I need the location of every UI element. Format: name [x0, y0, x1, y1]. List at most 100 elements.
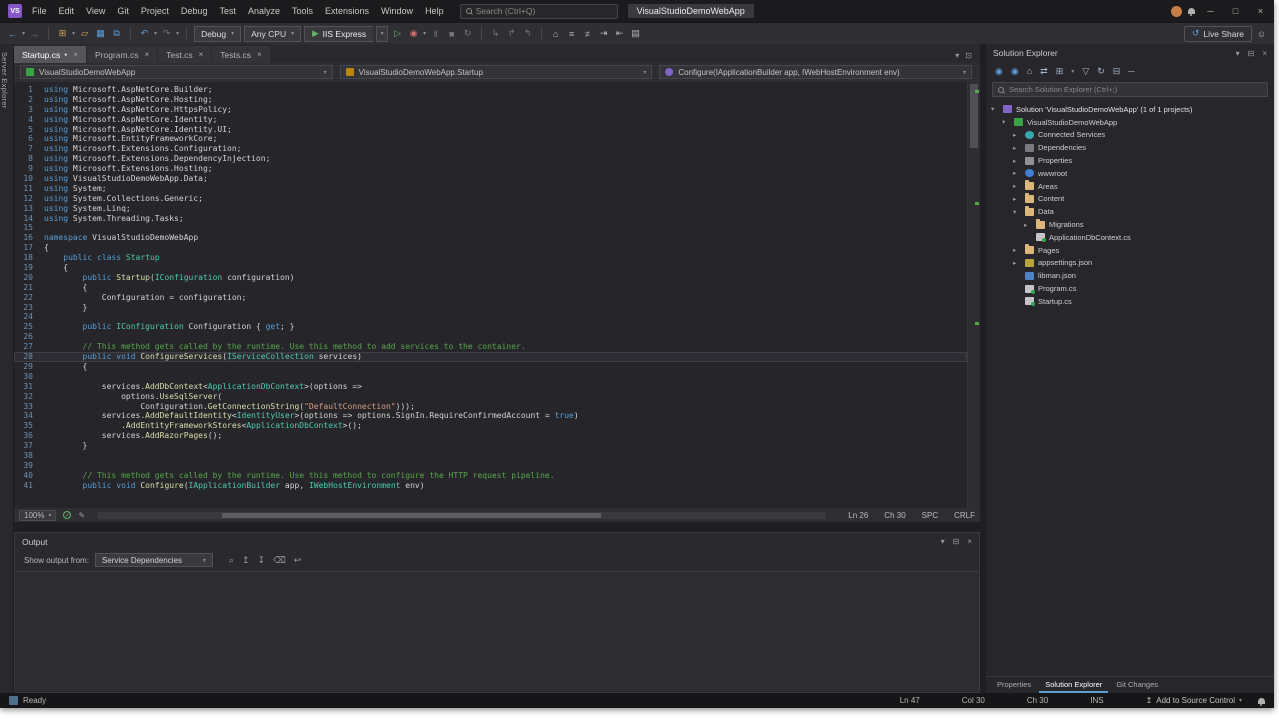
background-tasks-icon[interactable]	[9, 696, 18, 705]
menu-debug[interactable]: Debug	[175, 6, 214, 16]
navigate-back-dropdown-icon[interactable]: ▾	[22, 30, 25, 37]
new-item-icon[interactable]: ⊞	[56, 28, 69, 39]
expander-icon[interactable]: ▸	[1013, 144, 1021, 152]
minimize-button[interactable]: ─	[1201, 6, 1220, 16]
start-debugging-button[interactable]: ▶ IIS Express	[304, 26, 373, 42]
member-dropdown[interactable]: Configure(IApplicationBuilder app, IWebH…	[659, 65, 972, 79]
tree-item-dependencies[interactable]: ▸Dependencies	[986, 141, 1274, 154]
menu-git[interactable]: Git	[111, 6, 135, 16]
undo-dropdown-icon[interactable]: ▾	[154, 30, 157, 37]
overflow-icon[interactable]: ─	[1128, 66, 1134, 76]
scrollbar-thumb[interactable]	[970, 84, 978, 148]
tree-item-libman-json[interactable]: libman.json	[986, 269, 1274, 282]
tab-startup-cs[interactable]: Startup.cs●×	[14, 46, 86, 63]
window-list-icon[interactable]: ⊡	[965, 51, 972, 60]
tree-item-areas[interactable]: ▸Areas	[986, 180, 1274, 193]
expander-icon[interactable]: ▾	[991, 105, 999, 113]
solution-configuration-dropdown[interactable]: Debug ▾	[194, 26, 241, 42]
notifications-bell-icon[interactable]	[1258, 698, 1265, 704]
redo-dropdown-icon[interactable]: ▾	[176, 30, 179, 37]
menu-file[interactable]: File	[26, 6, 53, 16]
tree-item-data[interactable]: ▾Data	[986, 205, 1274, 218]
feedback-smiley-icon[interactable]: ☺	[1255, 29, 1268, 39]
editor-spaces-indicator[interactable]: SPC	[922, 511, 938, 520]
word-wrap-icon[interactable]: ↩	[294, 555, 302, 566]
menu-project[interactable]: Project	[135, 6, 175, 16]
tab-tests-cs[interactable]: Tests.cs×	[212, 46, 269, 63]
tree-item-migrations[interactable]: ▸Migrations	[986, 218, 1274, 231]
close-button[interactable]: ×	[1251, 6, 1270, 16]
tree-item-solution-visualstudiodemowebapp-1-of-1-projects[interactable]: ▾Solution 'VisualStudioDemoWebApp' (1 of…	[986, 103, 1274, 116]
save-all-icon[interactable]: ⧉	[110, 28, 123, 39]
close-icon[interactable]: ×	[255, 50, 262, 59]
hot-reload-dropdown-icon[interactable]: ▾	[423, 30, 426, 37]
close-icon[interactable]: ×	[142, 50, 149, 59]
sync-with-active-document-icon[interactable]: ⇄	[1040, 66, 1048, 77]
tree-item-pages[interactable]: ▸Pages	[986, 244, 1274, 257]
start-without-debugging-icon[interactable]: ▷	[391, 28, 404, 39]
save-icon[interactable]: ▦	[94, 28, 107, 39]
expander-icon[interactable]: ▸	[1013, 169, 1021, 177]
comment-selection-icon[interactable]: ≡	[565, 29, 578, 39]
feedback-icon[interactable]	[1188, 8, 1195, 14]
goto-next-message-icon[interactable]: ↧	[258, 555, 266, 566]
switch-views-icon[interactable]: ⊞	[1056, 66, 1064, 77]
redo-icon[interactable]: ↷	[160, 28, 173, 39]
navigate-back-icon[interactable]: ←	[6, 29, 19, 39]
chevron-down-icon[interactable]: ▾	[1236, 49, 1240, 58]
hot-reload-icon[interactable]: ◉	[407, 28, 420, 39]
undo-icon[interactable]: ↶	[138, 28, 151, 39]
uncomment-selection-icon[interactable]: ≠	[581, 29, 594, 39]
expander-icon[interactable]: ▾	[1002, 118, 1010, 126]
navigate-forward-icon[interactable]: →	[28, 29, 41, 39]
expander-icon[interactable]: ▸	[1013, 131, 1021, 139]
menu-view[interactable]: View	[80, 6, 111, 16]
menu-tools[interactable]: Tools	[286, 6, 319, 16]
bookmark-icon[interactable]: ▤	[629, 28, 642, 39]
tree-item-applicationdbcontext-cs[interactable]: ApplicationDbContext.cs	[986, 231, 1274, 244]
menu-help[interactable]: Help	[419, 6, 450, 16]
close-icon[interactable]: ×	[1262, 49, 1267, 58]
output-source-dropdown[interactable]: Service Dependencies ▾	[95, 553, 213, 567]
user-avatar[interactable]	[1171, 6, 1182, 17]
expander-icon[interactable]: ▸	[1013, 182, 1021, 190]
goto-previous-message-icon[interactable]: ↥	[242, 555, 250, 566]
menu-window[interactable]: Window	[375, 6, 419, 16]
chevron-down-icon[interactable]: ▾	[1071, 68, 1074, 75]
solution-explorer-header[interactable]: Solution Explorer ▾ ⊟ ×	[986, 44, 1274, 62]
edit-pencil-icon[interactable]: ✎	[78, 511, 85, 520]
find-message-icon[interactable]: ⌕	[229, 555, 234, 566]
editor-vertical-scrollbar[interactable]	[967, 82, 980, 508]
pin-icon[interactable]: ⊟	[953, 537, 960, 546]
panel-tab-solution-explorer[interactable]: Solution Explorer	[1039, 678, 1108, 693]
tree-item-appsettings-json[interactable]: ▸appsettings.json	[986, 257, 1274, 270]
chevron-down-icon[interactable]: ▾	[955, 51, 959, 60]
panel-tab-git-changes[interactable]: Git Changes	[1110, 678, 1164, 693]
editor-eol-indicator[interactable]: CRLF	[954, 511, 975, 520]
solution-platform-dropdown[interactable]: Any CPU ▾	[244, 26, 301, 42]
menu-edit[interactable]: Edit	[53, 6, 81, 16]
home-icon[interactable]: ⌂	[1027, 66, 1032, 76]
server-explorer-side-tab[interactable]: Server Explorer	[0, 44, 14, 693]
expander-icon[interactable]: ▸	[1013, 157, 1021, 165]
tab-program-cs[interactable]: Program.cs×	[87, 46, 157, 63]
solution-explorer-search-box[interactable]: Search Solution Explorer (Ctrl+;)	[992, 82, 1268, 97]
open-file-icon[interactable]: ▱	[78, 28, 91, 39]
type-dropdown[interactable]: VisualStudioDemoWebApp.Startup ▾	[340, 65, 653, 79]
scrollbar-thumb[interactable]	[222, 513, 601, 518]
chevron-down-icon[interactable]: ▾	[941, 537, 945, 546]
expander-icon[interactable]: ▸	[1013, 259, 1021, 267]
indent-icon[interactable]: ⇥	[597, 28, 610, 39]
menu-extensions[interactable]: Extensions	[319, 6, 375, 16]
output-panel-header[interactable]: Output ▾ ⊟ ×	[15, 533, 979, 550]
collapse-all-icon[interactable]: ⊟	[1113, 66, 1121, 77]
run-target-dropdown[interactable]: ▾	[376, 26, 388, 42]
menu-analyze[interactable]: Analyze	[242, 6, 286, 16]
tree-item-visualstudiodemowebapp[interactable]: ▾VisualStudioDemoWebApp	[986, 116, 1274, 129]
tab-test-cs[interactable]: Test.cs×	[158, 46, 211, 63]
panel-tab-properties[interactable]: Properties	[991, 678, 1037, 693]
refresh-icon[interactable]: ↻	[1097, 66, 1105, 77]
zoom-dropdown[interactable]: 100% ▾	[19, 510, 56, 521]
live-share-button[interactable]: ↺ Live Share	[1184, 26, 1252, 42]
tree-item-properties[interactable]: ▸Properties	[986, 154, 1274, 167]
